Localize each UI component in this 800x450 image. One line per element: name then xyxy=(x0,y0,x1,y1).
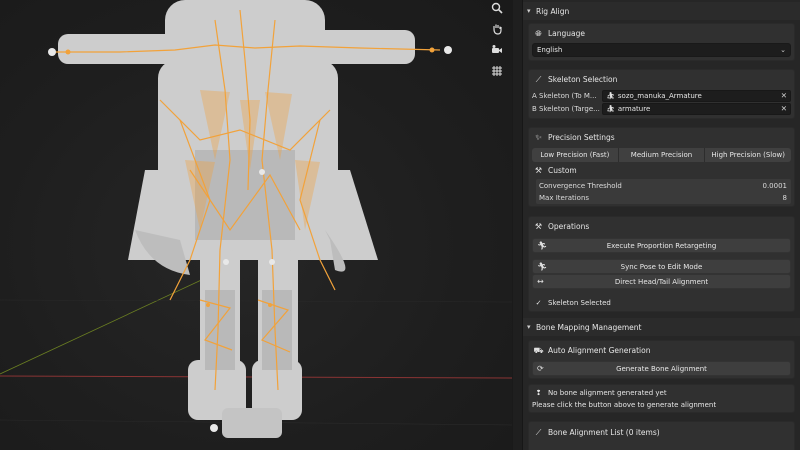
3d-viewport[interactable] xyxy=(0,0,512,450)
rig-align-panel: ▾ Rig Align 🌐︎ Language English ⌄ ⟋ Skel… xyxy=(512,0,800,450)
magnify-icon[interactable] xyxy=(489,0,505,16)
no-alignment-message: ❢ No bone alignment generated yet xyxy=(532,387,791,399)
skeleton-selection-box: ⟋ Skeleton Selection A Skeleton (To M...… xyxy=(528,69,795,119)
chevron-down-icon: ⌄ xyxy=(780,46,786,54)
clear-icon[interactable]: ✕ xyxy=(781,104,787,113)
camera-icon[interactable] xyxy=(489,42,505,58)
hand-icon[interactable] xyxy=(489,21,505,37)
car-icon: ⛟︎ xyxy=(533,345,544,355)
convergence-threshold-field[interactable]: Convergence Threshold 0.0001 xyxy=(539,180,791,191)
arrows-horizontal-icon: ↔ xyxy=(537,277,544,286)
language-subheader: 🌐︎ Language xyxy=(532,25,791,42)
skeleton-selection-subheader: ⟋ Skeleton Selection xyxy=(532,71,791,88)
operations-subheader: ⚒︎ Operations xyxy=(532,218,791,235)
checkmark-icon: ✓ xyxy=(535,299,542,307)
globe-icon: 🌐︎ xyxy=(535,28,542,38)
language-box: 🌐︎ Language English ⌄ xyxy=(528,23,795,61)
a-skeleton-row: A Skeleton (To M... ⛹︎ sozo_manuka_Armat… xyxy=(532,90,791,102)
armature-icon: ⛹︎ xyxy=(606,105,615,113)
panel-tab-strip[interactable] xyxy=(513,0,523,450)
wrench-icon: ⚒︎ xyxy=(534,166,543,175)
armature-icon: ⛹︎ xyxy=(606,92,615,100)
operations-box: ⚒︎ Operations 🏃︎ Execute Proportion Reta… xyxy=(528,216,795,312)
refresh-icon: ⟳ xyxy=(537,364,544,373)
medium-precision-button[interactable]: Medium Precision xyxy=(619,148,706,162)
scene-canvas xyxy=(0,0,512,438)
chevron-down-icon: ▾ xyxy=(527,323,531,331)
bone-mapping-header[interactable]: ▾ Bone Mapping Management xyxy=(523,318,800,336)
panel-title: Rig Align xyxy=(536,6,570,16)
viewport-toolbar xyxy=(488,0,506,79)
auto-alignment-box: ⛟︎ Auto Alignment Generation ⟳ Generate … xyxy=(528,340,795,379)
execute-retargeting-button[interactable]: 🏃︎ Execute Proportion Retargeting xyxy=(532,238,791,253)
a-skeleton-field[interactable]: ⛹︎ sozo_manuka_Armature ✕ xyxy=(602,90,791,102)
precision-settings-box: ✨︎ Precision Settings Low Precision (Fas… xyxy=(528,127,795,207)
auto-alignment-subheader: ⛟︎ Auto Alignment Generation xyxy=(533,345,651,356)
hint-message: Please click the button above to generat… xyxy=(532,401,717,409)
high-precision-button[interactable]: High Precision (Slow) xyxy=(705,148,791,162)
b-skeleton-row: B Skeleton (Targe... ⛹︎ armature ✕ xyxy=(532,103,791,115)
direct-alignment-button[interactable]: ↔ Direct Head/Tail Alignment xyxy=(532,274,791,289)
sync-pose-button[interactable]: 🏃︎ Sync Pose to Edit Mode xyxy=(532,259,791,274)
clear-icon[interactable]: ✕ xyxy=(781,91,787,100)
b-skeleton-field[interactable]: ⛹︎ armature ✕ xyxy=(602,103,791,115)
bone-icon: ⟋ xyxy=(535,74,542,84)
info-icon: ❢ xyxy=(535,389,542,397)
bone-alignment-list-box: ⟋ Bone Alignment List (0 items) xyxy=(528,421,795,450)
wrench-icon: ⚒︎ xyxy=(534,222,543,231)
skeleton-status: ✓ Skeleton Selected xyxy=(532,297,791,309)
bone-alignment-list-subheader: ⟋ Bone Alignment List (0 items) xyxy=(532,424,791,441)
chevron-down-icon: ▾ xyxy=(527,7,531,15)
language-select[interactable]: English ⌄ xyxy=(532,43,791,57)
precision-segmented-control: Low Precision (Fast) Medium Precision Hi… xyxy=(532,148,791,162)
precision-subheader: ✨︎ Precision Settings xyxy=(532,129,791,146)
run-icon: 🏃︎ xyxy=(537,262,548,271)
rig-align-header[interactable]: ▾ Rig Align xyxy=(523,2,800,20)
custom-subheader: ⚒︎ Custom xyxy=(532,164,791,177)
generate-alignment-button[interactable]: ⟳ Generate Bone Alignment xyxy=(532,361,791,376)
bone-icon: ⟋ xyxy=(535,427,542,437)
low-precision-button[interactable]: Low Precision (Fast) xyxy=(532,148,619,162)
info-box: ❢ No bone alignment generated yet Please… xyxy=(528,384,795,413)
run-icon: 🏃︎ xyxy=(537,241,548,250)
grid-icon[interactable] xyxy=(489,63,505,79)
sparkle-icon: ✨︎ xyxy=(535,132,542,142)
max-iterations-field[interactable]: Max Iterations 8 xyxy=(539,192,791,203)
